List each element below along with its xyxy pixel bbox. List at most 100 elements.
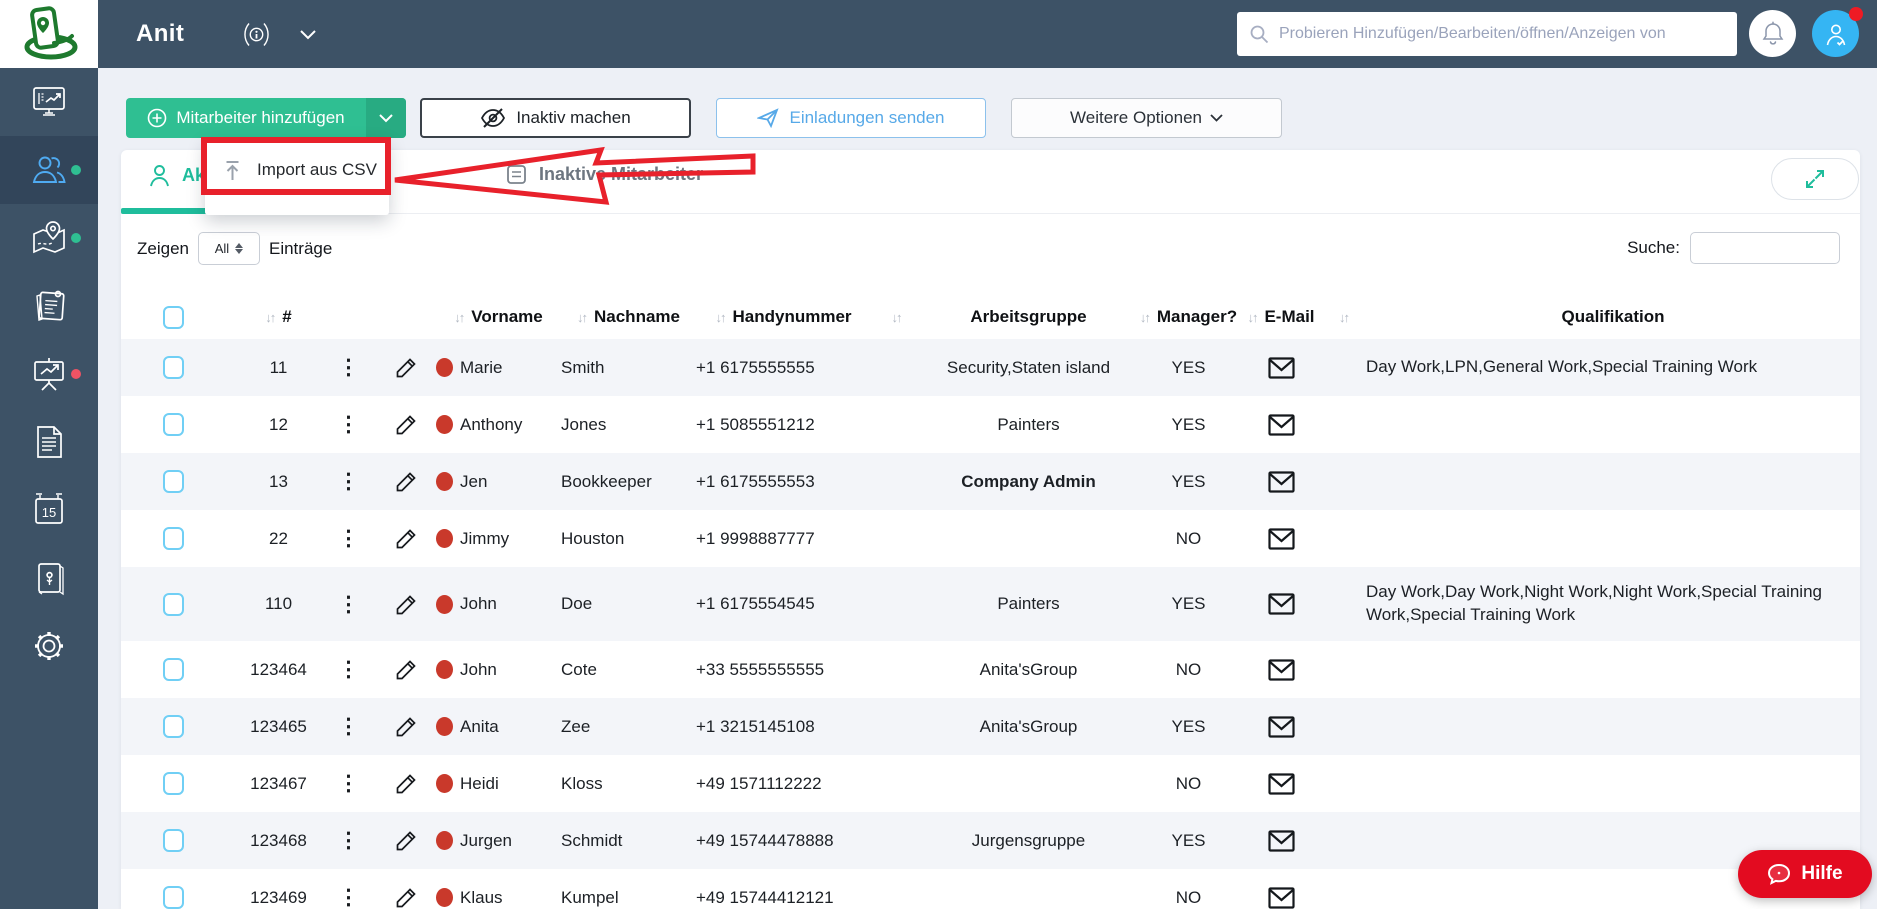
edit-pencil-icon[interactable] xyxy=(395,829,418,852)
row-actions-menu-icon[interactable]: ⋮ xyxy=(338,471,359,492)
sidebar-item-documents[interactable] xyxy=(0,408,98,476)
add-employee-button[interactable]: Mitarbeiter hinzufügen xyxy=(126,98,406,138)
sidebar-item-dashboard[interactable] xyxy=(0,68,98,136)
manager-cell: YES xyxy=(1171,716,1206,736)
app-logo[interactable] xyxy=(0,0,98,68)
row-actions-menu-icon[interactable]: ⋮ xyxy=(338,594,359,615)
sidebar-item-employees[interactable] xyxy=(0,136,98,204)
row-checkbox[interactable] xyxy=(163,356,184,379)
email-envelope-icon[interactable] xyxy=(1267,886,1295,909)
make-inactive-button[interactable]: Inaktiv machen xyxy=(420,98,691,138)
notifications-button[interactable] xyxy=(1749,10,1796,57)
edit-pencil-icon[interactable] xyxy=(395,527,418,550)
row-actions-menu-icon[interactable]: ⋮ xyxy=(338,659,359,680)
row-actions-menu-icon[interactable]: ⋮ xyxy=(338,528,359,549)
sidebar-item-map[interactable] xyxy=(0,204,98,272)
person-icon xyxy=(149,164,170,187)
row-checkbox[interactable] xyxy=(163,527,184,550)
tab-inactive-employees[interactable]: Inaktive Mitarbeiter xyxy=(506,164,703,185)
import-csv-menu-item[interactable]: Import aus CSV xyxy=(205,160,377,181)
email-envelope-icon[interactable] xyxy=(1267,470,1295,493)
header-qualifikation: Qualifikation xyxy=(1561,307,1665,326)
row-actions-menu-icon[interactable]: ⋮ xyxy=(338,830,359,851)
header-nachname[interactable]: ↓↑ Nachname xyxy=(561,307,696,327)
row-actions-menu-icon[interactable]: ⋮ xyxy=(338,357,359,378)
page-size-select[interactable]: All xyxy=(197,232,260,265)
email-envelope-icon[interactable] xyxy=(1267,356,1295,379)
edit-pencil-icon[interactable] xyxy=(395,413,418,436)
edit-pencil-icon[interactable] xyxy=(395,593,418,616)
send-invitations-button[interactable]: Einladungen senden xyxy=(716,98,986,138)
sort-icon[interactable]: ↓↑ xyxy=(892,310,903,325)
header-id[interactable]: ↓↑ # xyxy=(236,307,321,327)
workgroup-cell: Anita'sGroup xyxy=(979,716,1078,736)
table-row: 110 ⋮ John Doe +1 6175554545 Painters YE… xyxy=(121,567,1860,641)
table-search-input[interactable] xyxy=(1690,232,1840,264)
table-header: ↓↑ # ↓↑ Vorname ↓↑ Nachname ↓↑ Handynummer ↓… xyxy=(121,297,1860,337)
workgroup-cell: Painters xyxy=(997,414,1060,434)
status-dot-icon xyxy=(436,888,453,907)
employee-id: 123467 xyxy=(250,773,307,793)
row-checkbox[interactable] xyxy=(163,772,184,795)
sidebar-item-settings[interactable] xyxy=(0,612,98,680)
chat-bubble-icon xyxy=(1767,863,1791,885)
email-envelope-icon[interactable] xyxy=(1267,715,1295,738)
sidebar-item-handbook[interactable] xyxy=(0,544,98,612)
chevron-down-icon[interactable] xyxy=(300,29,316,40)
expand-button[interactable] xyxy=(1771,158,1859,200)
search-icon xyxy=(1249,24,1269,44)
table-row: 123467 ⋮ Heidi Kloss +49 1571112222 NO xyxy=(121,755,1860,812)
sidebar-item-reports[interactable] xyxy=(0,340,98,408)
employee-id: 11 xyxy=(269,357,288,377)
edit-pencil-icon[interactable] xyxy=(395,658,418,681)
sidebar-item-notes[interactable] xyxy=(0,272,98,340)
email-envelope-icon[interactable] xyxy=(1267,772,1295,795)
table-row: 22 ⋮ Jimmy Houston +1 9998887777 NO xyxy=(121,510,1860,567)
edit-pencil-icon[interactable] xyxy=(395,772,418,795)
edit-pencil-icon[interactable] xyxy=(395,470,418,493)
row-checkbox[interactable] xyxy=(163,592,184,616)
search-input[interactable] xyxy=(1279,25,1725,43)
row-checkbox[interactable] xyxy=(163,470,184,493)
header-vorname[interactable]: ↓↑ Vorname xyxy=(436,307,561,327)
sort-icon: ↓↑ xyxy=(454,309,465,325)
row-actions-menu-icon[interactable]: ⋮ xyxy=(338,716,359,737)
tab-inactive-label: Inaktive Mitarbeiter xyxy=(539,164,704,184)
add-employee-dropdown-toggle[interactable] xyxy=(366,98,406,138)
chevron-down-icon xyxy=(1210,114,1223,122)
sort-icon[interactable]: ↓↑ xyxy=(1339,310,1350,325)
row-actions-menu-icon[interactable]: ⋮ xyxy=(338,414,359,435)
email-envelope-icon[interactable] xyxy=(1267,527,1295,550)
manager-cell: YES xyxy=(1171,357,1206,377)
row-checkbox[interactable] xyxy=(163,715,184,738)
workgroup-cell: Jurgensgruppe xyxy=(971,830,1086,850)
edit-pencil-icon[interactable] xyxy=(395,356,418,379)
row-actions-menu-icon[interactable]: ⋮ xyxy=(338,887,359,908)
email-envelope-icon[interactable] xyxy=(1267,593,1295,615)
header-email[interactable]: ↓↑ E-Mail xyxy=(1241,307,1321,327)
row-actions-menu-icon[interactable]: ⋮ xyxy=(338,773,359,794)
workgroup-cell: Security,Staten island xyxy=(946,357,1111,377)
row-checkbox[interactable] xyxy=(163,413,184,436)
status-dot-icon xyxy=(436,472,453,491)
vorname-cell: John xyxy=(436,660,561,680)
employees-status-dot xyxy=(71,165,81,175)
row-checkbox[interactable] xyxy=(163,829,184,852)
edit-pencil-icon[interactable] xyxy=(395,886,418,909)
sidebar-item-calendar[interactable]: 15 xyxy=(0,476,98,544)
status-dot-icon xyxy=(436,529,453,548)
email-envelope-icon[interactable] xyxy=(1267,413,1295,436)
row-checkbox[interactable] xyxy=(163,658,184,681)
help-button[interactable]: Hilfe xyxy=(1738,850,1872,898)
header-handynummer[interactable]: ↓↑ Handynummer xyxy=(696,307,871,327)
list-icon xyxy=(506,164,527,185)
email-envelope-icon[interactable] xyxy=(1267,829,1295,852)
more-options-button[interactable]: Weitere Optionen xyxy=(1011,98,1282,138)
select-all-checkbox[interactable] xyxy=(163,305,184,329)
row-checkbox[interactable] xyxy=(163,886,184,909)
edit-pencil-icon[interactable] xyxy=(395,715,418,738)
email-envelope-icon[interactable] xyxy=(1267,658,1295,681)
header-manager[interactable]: ↓↑ Manager? xyxy=(1136,307,1241,327)
language-icon[interactable] xyxy=(243,21,270,48)
manager-cell: YES xyxy=(1171,471,1206,491)
